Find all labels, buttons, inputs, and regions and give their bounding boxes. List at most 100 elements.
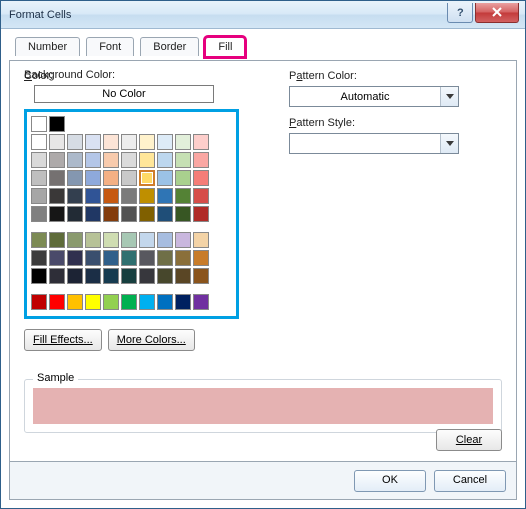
color-swatch[interactable] (175, 294, 191, 310)
color-swatch[interactable] (31, 134, 47, 150)
color-swatch[interactable] (175, 170, 191, 186)
color-swatch[interactable] (175, 250, 191, 266)
color-swatch[interactable] (85, 134, 101, 150)
color-swatch[interactable] (139, 134, 155, 150)
color-swatch[interactable] (67, 250, 83, 266)
ok-button[interactable]: OK (354, 470, 426, 492)
color-swatch[interactable] (85, 294, 101, 310)
color-swatch[interactable] (49, 250, 65, 266)
chevron-down-icon[interactable] (440, 87, 458, 106)
color-swatch[interactable] (157, 268, 173, 284)
color-swatch[interactable] (157, 170, 173, 186)
color-swatch[interactable] (49, 206, 65, 222)
help-button[interactable]: ? (447, 3, 473, 23)
tab-number[interactable]: Number (15, 37, 80, 56)
color-swatch[interactable] (121, 250, 137, 266)
color-swatch[interactable] (67, 152, 83, 168)
color-swatch[interactable] (49, 232, 65, 248)
color-swatch[interactable] (103, 152, 119, 168)
color-swatch[interactable] (31, 116, 47, 132)
color-swatch[interactable] (67, 294, 83, 310)
color-swatch[interactable] (121, 294, 137, 310)
color-swatch[interactable] (31, 294, 47, 310)
color-swatch[interactable] (67, 170, 83, 186)
color-swatch[interactable] (193, 294, 209, 310)
color-swatch[interactable] (103, 188, 119, 204)
color-swatch[interactable] (31, 152, 47, 168)
color-swatch[interactable] (157, 294, 173, 310)
color-swatch[interactable] (139, 152, 155, 168)
more-colors-button[interactable]: More Colors... (108, 329, 195, 351)
color-swatch[interactable] (85, 170, 101, 186)
color-swatch[interactable] (139, 232, 155, 248)
color-swatch[interactable] (193, 170, 209, 186)
color-swatch[interactable] (193, 232, 209, 248)
tab-border[interactable]: Border (140, 37, 199, 56)
color-swatch[interactable] (49, 152, 65, 168)
color-swatch[interactable] (175, 206, 191, 222)
color-swatch[interactable] (103, 294, 119, 310)
color-swatch[interactable] (121, 206, 137, 222)
color-swatch[interactable] (139, 206, 155, 222)
cancel-button[interactable]: Cancel (434, 470, 506, 492)
color-swatch[interactable] (121, 232, 137, 248)
color-swatch[interactable] (85, 232, 101, 248)
color-swatch[interactable] (67, 188, 83, 204)
color-swatch[interactable] (157, 250, 173, 266)
color-swatch[interactable] (67, 268, 83, 284)
color-swatch[interactable] (121, 170, 137, 186)
color-swatch[interactable] (103, 170, 119, 186)
color-swatch[interactable] (103, 206, 119, 222)
color-swatch[interactable] (67, 232, 83, 248)
color-swatch[interactable] (31, 206, 47, 222)
color-swatch[interactable] (193, 152, 209, 168)
color-swatch[interactable] (49, 294, 65, 310)
color-swatch[interactable] (139, 170, 155, 186)
color-swatch[interactable] (121, 268, 137, 284)
color-swatch[interactable] (193, 188, 209, 204)
color-swatch[interactable] (49, 188, 65, 204)
color-swatch[interactable] (31, 188, 47, 204)
color-swatch[interactable] (103, 232, 119, 248)
color-swatch[interactable] (193, 134, 209, 150)
pattern-color-combo[interactable]: Automatic (289, 86, 459, 107)
no-color-button[interactable]: No Color (34, 85, 214, 103)
color-swatch[interactable] (49, 134, 65, 150)
color-swatch[interactable] (31, 232, 47, 248)
color-swatch[interactable] (121, 188, 137, 204)
color-swatch[interactable] (121, 152, 137, 168)
color-swatch[interactable] (139, 268, 155, 284)
color-swatch[interactable] (49, 116, 65, 132)
color-swatch[interactable] (85, 250, 101, 266)
color-swatch[interactable] (31, 170, 47, 186)
color-swatch[interactable] (139, 294, 155, 310)
color-swatch[interactable] (85, 206, 101, 222)
titlebar[interactable]: Format Cells ? (1, 1, 525, 29)
color-swatch[interactable] (85, 152, 101, 168)
color-swatch[interactable] (103, 250, 119, 266)
clear-button[interactable]: Clear (436, 429, 502, 451)
color-swatch[interactable] (193, 268, 209, 284)
color-swatch[interactable] (175, 134, 191, 150)
color-swatch[interactable] (175, 188, 191, 204)
tab-font[interactable]: Font (86, 37, 134, 56)
color-swatch[interactable] (103, 268, 119, 284)
color-swatch[interactable] (139, 250, 155, 266)
fill-effects-button[interactable]: Fill Effects... (24, 329, 102, 351)
color-swatch[interactable] (175, 268, 191, 284)
color-swatch[interactable] (193, 206, 209, 222)
color-swatch[interactable] (157, 188, 173, 204)
chevron-down-icon[interactable] (440, 134, 458, 153)
color-swatch[interactable] (121, 134, 137, 150)
color-swatch[interactable] (157, 206, 173, 222)
color-swatch[interactable] (157, 152, 173, 168)
color-swatch[interactable] (175, 232, 191, 248)
color-swatch[interactable] (103, 134, 119, 150)
color-swatch[interactable] (49, 268, 65, 284)
color-swatch[interactable] (85, 188, 101, 204)
color-swatch[interactable] (157, 232, 173, 248)
color-swatch[interactable] (193, 250, 209, 266)
tab-fill[interactable]: Fill (205, 37, 245, 57)
color-swatch[interactable] (49, 170, 65, 186)
pattern-style-combo[interactable] (289, 133, 459, 154)
